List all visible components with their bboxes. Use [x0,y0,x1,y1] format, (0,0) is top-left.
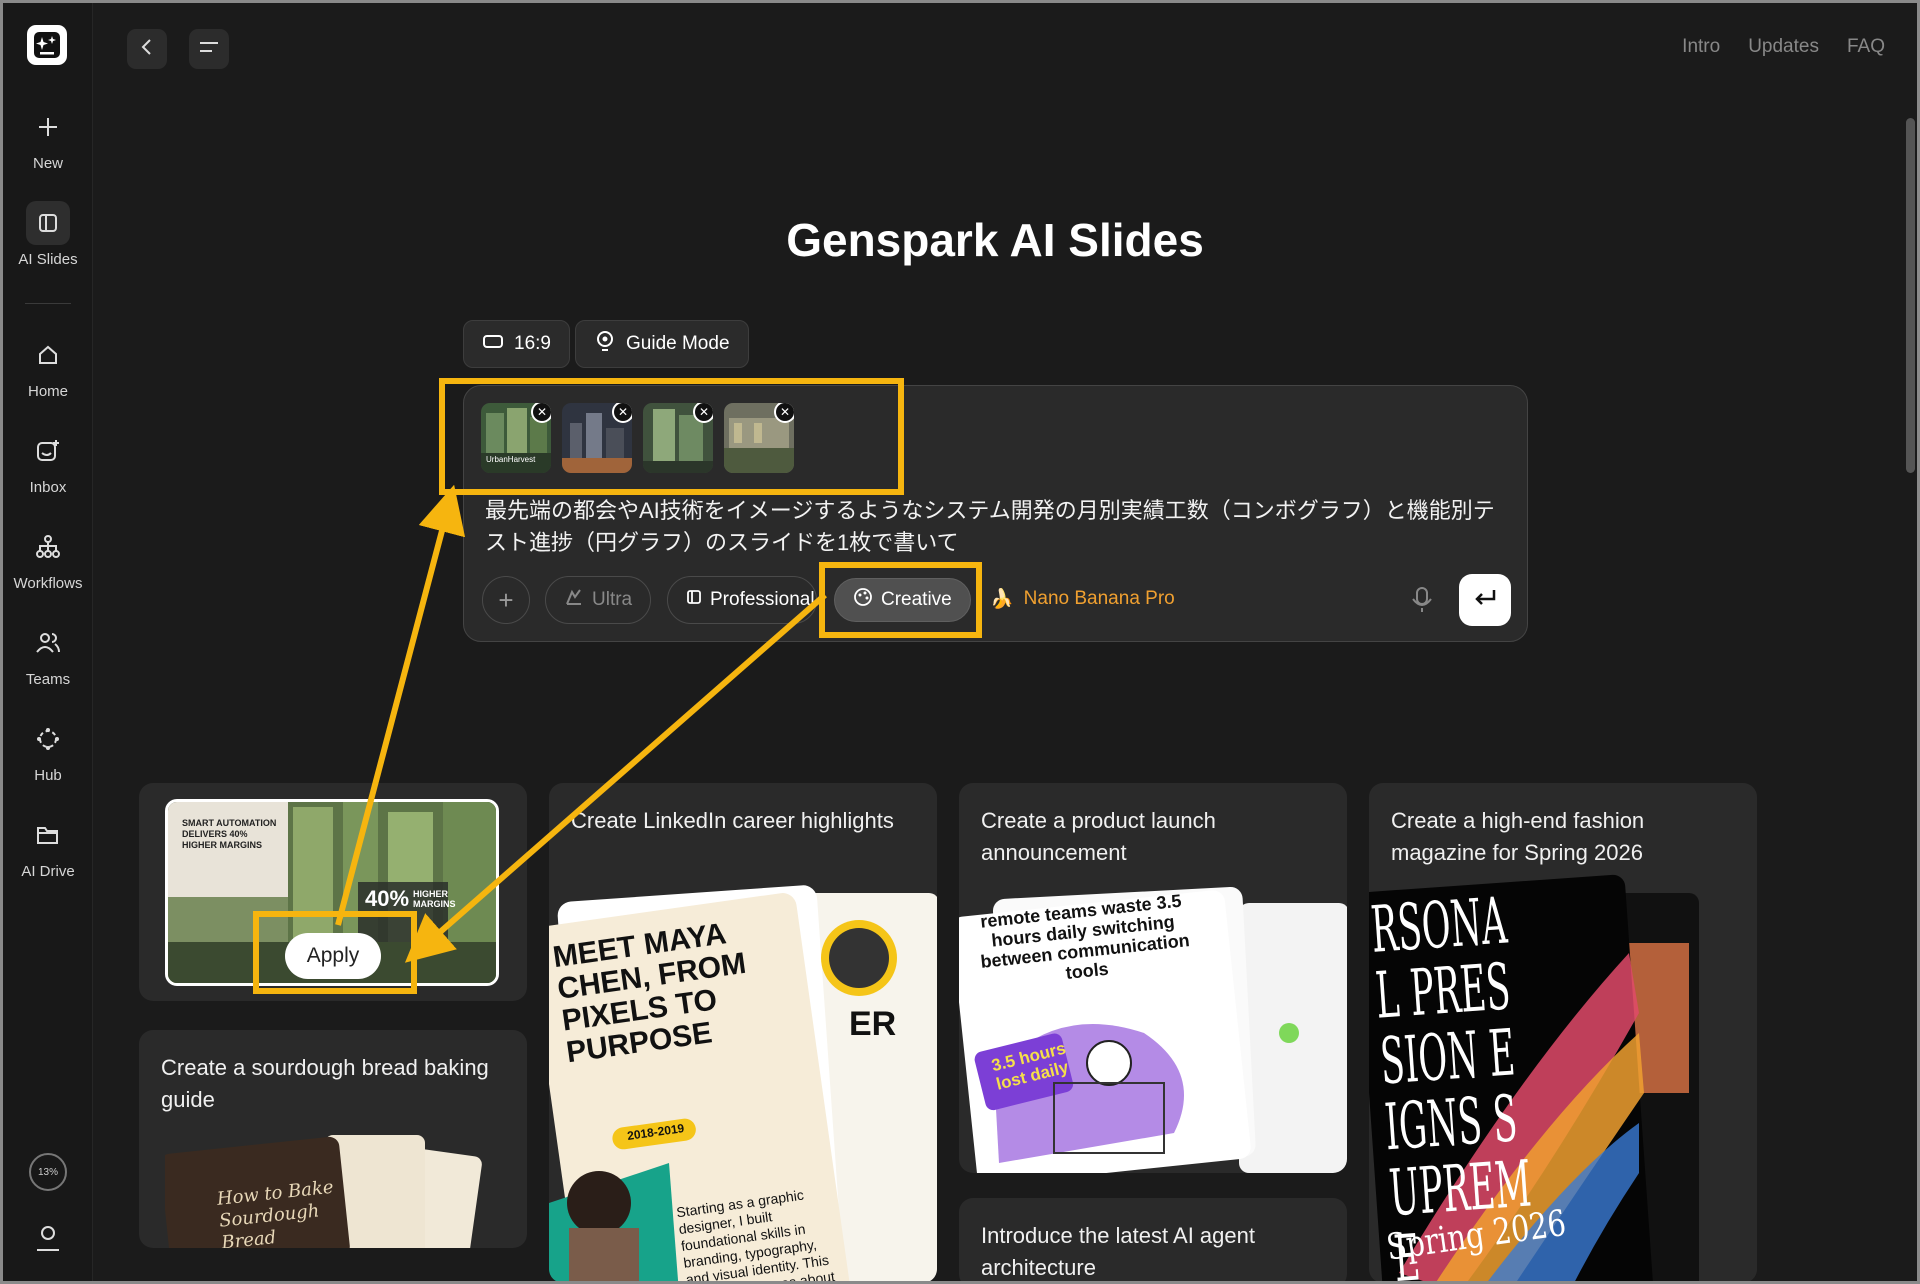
apply-highlight [253,911,417,994]
attachments-highlight [439,378,904,495]
creative-highlight [819,562,982,638]
annotation-arrows [335,484,827,963]
